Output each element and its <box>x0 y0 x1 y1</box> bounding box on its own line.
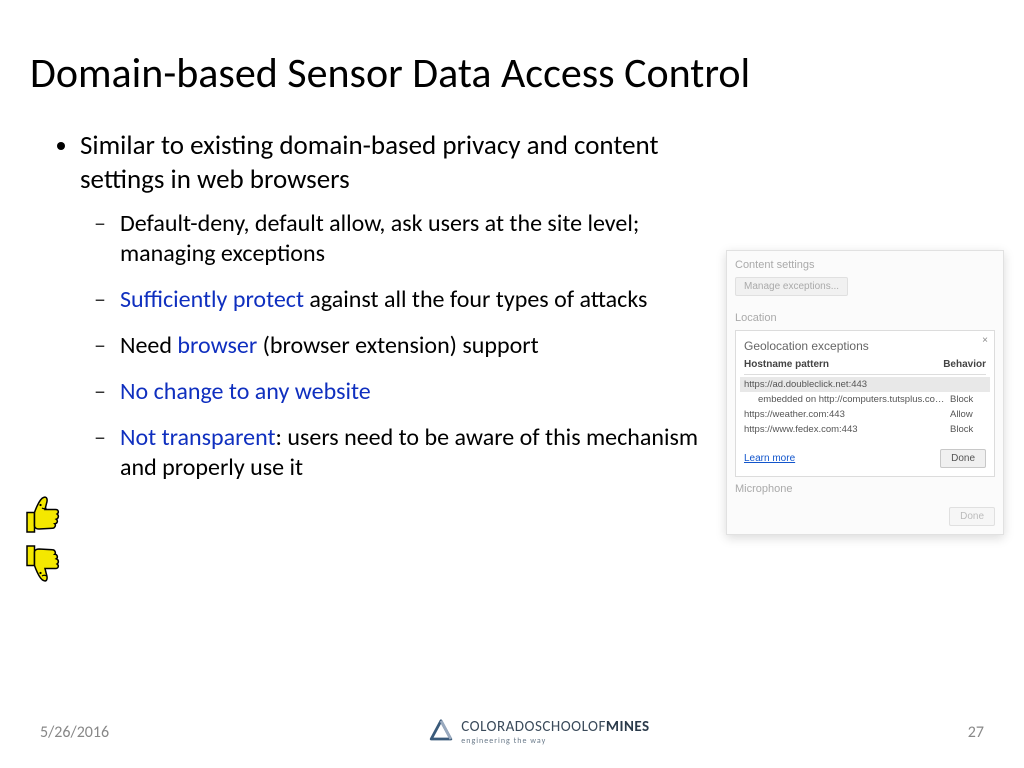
close-icon[interactable]: × <box>982 335 988 346</box>
table-row[interactable]: embedded on http://computers.tutsplus.co… <box>744 392 986 407</box>
geolocation-dialog: × Geolocation exceptions Hostname patter… <box>735 330 995 477</box>
done-button-outer[interactable]: Done <box>949 507 995 526</box>
highlight-protect: Sufficiently protect <box>120 285 304 314</box>
thumbs-down-icon <box>18 540 66 593</box>
location-label: Location <box>735 312 995 324</box>
thumbs-up-icon <box>18 490 66 543</box>
bullet-sub-4: No change to any website <box>100 377 720 407</box>
slide-footer: 5/26/2016 COLORADOSCHOOLOFMINES engineer… <box>0 718 1024 746</box>
table-row[interactable]: https://ad.doubleclick.net:443 <box>740 377 990 392</box>
bullet-sub-3: Need browser (browser extension) support <box>100 331 720 361</box>
highlight-not-transparent: Not transparent <box>120 423 276 452</box>
bullet-sub-1: Default-deny, default allow, ask users a… <box>100 209 720 269</box>
page-number: 27 <box>968 723 984 742</box>
done-button[interactable]: Done <box>940 449 986 468</box>
logo-icon <box>427 718 455 746</box>
slide-title: Domain-based Sensor Data Access Control <box>0 0 1024 109</box>
content-settings-label: Content settings <box>735 259 995 271</box>
logo: COLORADOSCHOOLOFMINES engineering the wa… <box>427 718 649 746</box>
table-row[interactable]: https://weather.com:443 Allow <box>744 407 986 422</box>
dialog-title: Geolocation exceptions <box>744 339 986 353</box>
microphone-label: Microphone <box>735 483 995 495</box>
table-row[interactable]: https://www.fedex.com:443 Block <box>744 422 986 437</box>
table-header: Hostname pattern Behavior <box>744 359 986 375</box>
highlight-no-change: No change to any website <box>120 377 371 406</box>
bullet-sub-2: Sufficiently protect against all the fou… <box>100 285 720 315</box>
logo-subtitle: engineering the way <box>461 736 546 746</box>
settings-popup: Content settings Manage exceptions... Lo… <box>726 250 1004 535</box>
logo-text: COLORADOSCHOOLOFMINES <box>461 718 649 736</box>
highlight-browser: browser <box>177 331 257 360</box>
footer-date: 5/26/2016 <box>40 723 109 742</box>
col-hostname: Hostname pattern <box>744 359 829 370</box>
col-behavior: Behavior <box>943 359 986 370</box>
bullet-sub-5: Not transparent: users need to be aware … <box>100 423 720 483</box>
manage-exceptions-button[interactable]: Manage exceptions... <box>735 277 848 296</box>
bullet-main: Similar to existing domain-based privacy… <box>80 129 720 197</box>
learn-more-link[interactable]: Learn more <box>744 453 795 464</box>
